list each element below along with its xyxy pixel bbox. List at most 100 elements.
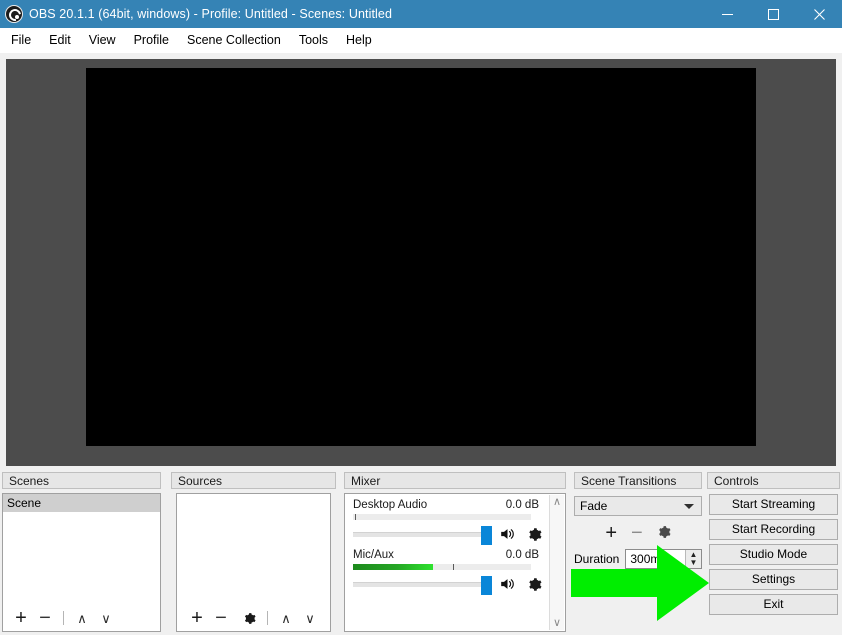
transitions-toolbar: + −	[574, 521, 702, 545]
move-scene-down-button[interactable]: ∨	[94, 607, 118, 629]
scenes-panel-title: Scenes	[2, 472, 161, 489]
mixer-level-meter	[353, 514, 531, 520]
close-button[interactable]	[796, 0, 842, 28]
volume-slider-handle[interactable]	[481, 575, 492, 595]
mixer-volume-row	[353, 525, 557, 545]
scenes-toolbar: + − ∧ ∨	[3, 605, 160, 631]
exit-button[interactable]: Exit	[709, 594, 838, 615]
volume-slider[interactable]	[353, 575, 492, 595]
speaker-icon	[500, 579, 514, 589]
remove-transition-button[interactable]: −	[631, 523, 643, 543]
source-properties-button[interactable]	[237, 607, 261, 629]
add-transition-button[interactable]: +	[605, 523, 617, 543]
mixer-track: Desktop Audio 0.0 dB	[345, 494, 565, 545]
scenes-list[interactable]: Scene + − ∧ ∨	[2, 493, 161, 632]
minus-icon: −	[215, 607, 227, 629]
mute-button[interactable]	[497, 525, 517, 543]
mixer-track-name: Desktop Audio	[353, 499, 428, 511]
mixer-track-header: Mic/Aux 0.0 dB	[353, 548, 557, 562]
chevron-down-icon: ∨	[305, 610, 315, 626]
stepper-down-icon[interactable]: ▼	[690, 559, 698, 567]
gear-icon	[528, 577, 541, 591]
bottom-dock: Scenes Scene + − ∧ ∨ Sources + − ∧ ∨ Mix…	[0, 472, 842, 635]
duration-value: 300ms	[630, 552, 667, 566]
duration-row: Duration 300ms ▲ ▼	[574, 549, 702, 569]
menu-view[interactable]: View	[80, 30, 125, 50]
mixer-panel-body: Desktop Audio 0.0 dB Mic/Aux 0.0 dB ∧ ∨	[344, 493, 566, 632]
toolbar-separator	[267, 611, 268, 625]
mixer-track-db: 0.0 dB	[505, 549, 539, 561]
duration-input[interactable]: 300ms ▲ ▼	[625, 549, 702, 569]
menu-edit[interactable]: Edit	[40, 30, 80, 50]
move-scene-up-button[interactable]: ∧	[70, 607, 94, 629]
minimize-icon	[721, 13, 733, 15]
duration-label: Duration	[574, 552, 620, 566]
preview-canvas[interactable]	[86, 68, 756, 446]
meter-fill	[353, 564, 434, 570]
mixer-track-db: 0.0 dB	[505, 499, 539, 511]
mixer-track-header: Desktop Audio 0.0 dB	[353, 498, 557, 512]
meter-tick	[354, 514, 356, 520]
scroll-up-icon[interactable]: ∧	[553, 497, 561, 508]
transitions-panel-title: Scene Transitions	[574, 472, 702, 489]
audio-settings-button[interactable]	[524, 525, 544, 543]
move-source-up-button[interactable]: ∧	[274, 607, 298, 629]
minimize-button[interactable]	[704, 0, 750, 28]
start-recording-button[interactable]: Start Recording	[709, 519, 838, 540]
title-bar: OBS 20.1.1 (64bit, windows) - Profile: U…	[0, 0, 842, 28]
transition-properties-button[interactable]	[657, 525, 671, 542]
preview-area[interactable]	[6, 59, 836, 466]
menu-file[interactable]: File	[2, 30, 40, 50]
scenes-panel-body: Scene + − ∧ ∨	[2, 493, 161, 632]
duration-stepper[interactable]: ▲ ▼	[685, 550, 701, 568]
sources-list[interactable]: + − ∧ ∨	[176, 493, 331, 632]
sources-panel-body: + − ∧ ∨	[171, 493, 336, 632]
settings-button[interactable]: Settings	[709, 569, 838, 590]
volume-slider[interactable]	[353, 525, 492, 545]
gear-icon	[528, 527, 541, 541]
controls-panel-body: Start Streaming Start Recording Studio M…	[707, 494, 840, 615]
window-controls	[704, 0, 842, 28]
sources-panel-title: Sources	[171, 472, 336, 489]
controls-panel: Controls Start Streaming Start Recording…	[707, 472, 840, 619]
transition-selected-value: Fade	[580, 499, 608, 513]
scroll-down-icon[interactable]: ∨	[553, 618, 561, 629]
gear-icon	[243, 612, 256, 625]
add-source-button[interactable]: +	[185, 607, 209, 629]
obs-logo-icon	[6, 6, 22, 22]
remove-scene-button[interactable]: −	[33, 607, 57, 629]
scenes-list-item[interactable]: Scene	[3, 494, 160, 512]
studio-mode-button[interactable]: Studio Mode	[709, 544, 838, 565]
gear-icon	[658, 525, 671, 538]
menu-bar: File Edit View Profile Scene Collection …	[0, 28, 842, 53]
move-source-down-button[interactable]: ∨	[298, 607, 322, 629]
chevron-up-icon: ∧	[281, 610, 291, 626]
menu-tools[interactable]: Tools	[290, 30, 337, 50]
maximize-icon	[767, 8, 779, 20]
plus-icon: +	[191, 607, 203, 629]
maximize-button[interactable]	[750, 0, 796, 28]
mixer-panel: Mixer Desktop Audio 0.0 dB Mic/Aux 0.0 d…	[344, 472, 566, 632]
mixer-track: Mic/Aux 0.0 dB	[345, 544, 565, 595]
close-icon	[813, 8, 825, 20]
plus-icon: +	[15, 607, 27, 629]
start-streaming-button[interactable]: Start Streaming	[709, 494, 838, 515]
mixer-scrollbar[interactable]: ∧ ∨	[549, 495, 564, 630]
audio-settings-button[interactable]	[524, 575, 544, 593]
mute-button[interactable]	[497, 575, 517, 593]
menu-help[interactable]: Help	[337, 30, 381, 50]
menu-scene-collection[interactable]: Scene Collection	[178, 30, 290, 50]
obs-main-window: OBS 20.1.1 (64bit, windows) - Profile: U…	[0, 0, 842, 635]
mixer-track-name: Mic/Aux	[353, 549, 394, 561]
remove-source-button[interactable]: −	[209, 607, 233, 629]
transitions-panel: Scene Transitions Fade + − Duration 300m…	[574, 472, 702, 569]
volume-slider-handle[interactable]	[481, 525, 492, 545]
add-scene-button[interactable]: +	[9, 607, 33, 629]
minus-icon: −	[39, 607, 51, 629]
controls-panel-title: Controls	[707, 472, 840, 489]
menu-profile[interactable]: Profile	[125, 30, 178, 50]
transition-select[interactable]: Fade	[574, 496, 702, 516]
mixer-volume-row	[353, 575, 557, 595]
speaker-icon	[500, 529, 514, 539]
chevron-down-icon: ∨	[101, 610, 111, 626]
